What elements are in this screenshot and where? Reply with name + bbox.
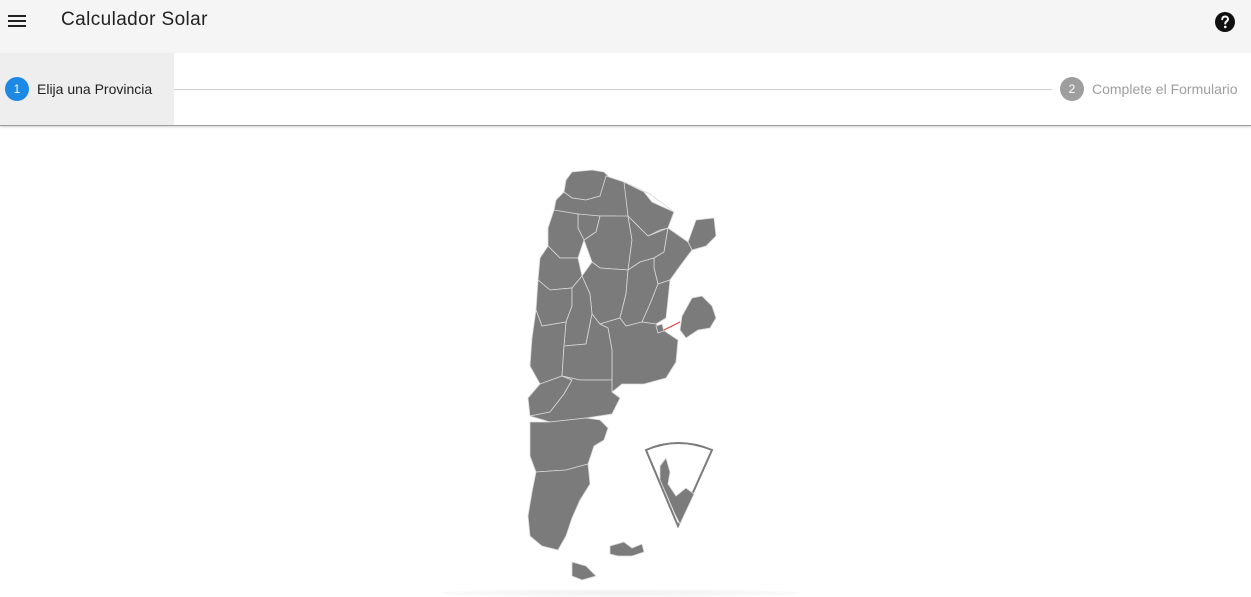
- step-2[interactable]: 2 Complete el Formulario: [1060, 53, 1251, 125]
- province-tierra-del-fuego[interactable]: [571, 561, 597, 581]
- app-bar: Calculador Solar: [0, 0, 1251, 53]
- province-chubut[interactable]: [529, 417, 609, 473]
- step-connector: [174, 89, 1052, 90]
- step-2-number: 2: [1060, 77, 1084, 101]
- map-shadow: [440, 589, 800, 597]
- map-area: [0, 126, 1251, 597]
- step-1-label: Elija una Provincia: [37, 81, 153, 97]
- islas-malvinas[interactable]: [609, 541, 645, 557]
- app-title: Calculador Solar: [61, 9, 208, 30]
- stepper: 1 Elija una Provincia 2 Complete el Form…: [0, 53, 1251, 126]
- menu-icon[interactable]: [4, 8, 30, 34]
- step-1-number: 1: [5, 77, 29, 101]
- province-santa-cruz[interactable]: [527, 463, 591, 551]
- argentina-map: [527, 169, 717, 581]
- help-icon[interactable]: [1213, 10, 1237, 34]
- islas-atlanticas[interactable]: [679, 295, 717, 339]
- step-2-label: Complete el Formulario: [1092, 81, 1238, 97]
- connector-line: [663, 321, 681, 331]
- province-caba[interactable]: [655, 323, 665, 334]
- step-1[interactable]: 1 Elija una Provincia: [0, 53, 174, 125]
- province-misiones[interactable]: [687, 217, 717, 251]
